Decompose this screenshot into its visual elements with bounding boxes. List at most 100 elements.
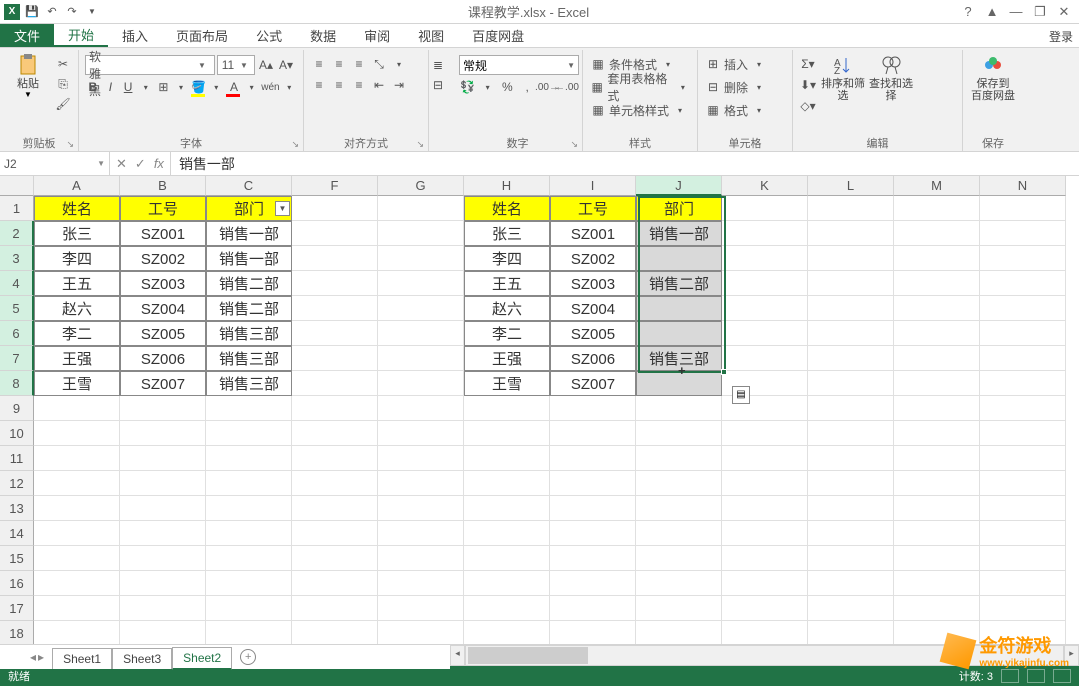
cell-A14[interactable] [34,521,120,546]
filter-dropdown-icon[interactable]: ▼ [275,201,290,216]
autofill-options-icon[interactable]: ▤ [732,386,750,404]
cell-F18[interactable] [292,621,378,644]
cell-H15[interactable] [464,546,550,571]
cell-F10[interactable] [292,421,378,446]
cell-M3[interactable] [894,246,980,271]
cell-H6[interactable]: 李二 [464,321,550,346]
cell-F12[interactable] [292,471,378,496]
cell-G17[interactable] [378,596,464,621]
cell-F8[interactable] [292,371,378,396]
row-header-1[interactable]: 1 [0,196,34,221]
cell-H4[interactable]: 王五 [464,271,550,296]
scroll-thumb[interactable] [468,647,588,664]
save-baidu-button[interactable]: 保存到 百度网盘 [969,52,1017,102]
cell-F16[interactable] [292,571,378,596]
cell-F7[interactable] [292,346,378,371]
cell-M16[interactable] [894,571,980,596]
cell-J9[interactable] [636,396,722,421]
cell-C11[interactable] [206,446,292,471]
tab-review[interactable]: 审阅 [350,24,404,47]
cell-C4[interactable]: 销售二部 [206,271,292,296]
cell-F2[interactable] [292,221,378,246]
merge-icon[interactable]: ⊟ [429,76,447,94]
minimize-icon[interactable]: — [1005,4,1027,20]
add-sheet-button[interactable]: + [240,649,256,665]
name-box[interactable]: J2▼ [0,152,110,175]
cell-B14[interactable] [120,521,206,546]
cell-K14[interactable] [722,521,808,546]
cell-K13[interactable] [722,496,808,521]
percent-icon[interactable]: % [499,78,517,96]
cell-M7[interactable] [894,346,980,371]
cell-H3[interactable]: 李四 [464,246,550,271]
ribbon-options-icon[interactable]: ▲ [981,4,1003,20]
cell-H17[interactable] [464,596,550,621]
cell-L15[interactable] [808,546,894,571]
undo-icon[interactable]: ↶ [44,4,60,20]
fx-icon[interactable]: fx [154,156,164,171]
cell-L1[interactable] [808,196,894,221]
cell-I1[interactable]: 工号 [550,196,636,221]
font-size-select[interactable]: 11▼ [217,55,255,75]
decrease-font-icon[interactable]: A▾ [277,56,295,74]
cell-G11[interactable] [378,446,464,471]
fill-handle[interactable] [721,369,727,375]
cell-A18[interactable] [34,621,120,644]
cell-C7[interactable]: 销售三部 [206,346,292,371]
tab-file[interactable]: 文件 [0,24,54,47]
cell-B15[interactable] [120,546,206,571]
cell-F11[interactable] [292,446,378,471]
format-cells-button[interactable]: ▦格式▾ [704,101,768,119]
delete-cells-button[interactable]: ⊟删除▾ [704,78,768,96]
cell-A6[interactable]: 李二 [34,321,120,346]
cell-L9[interactable] [808,396,894,421]
cell-J16[interactable] [636,571,722,596]
cell-L7[interactable] [808,346,894,371]
cell-G2[interactable] [378,221,464,246]
cell-A3[interactable]: 李四 [34,246,120,271]
cell-N1[interactable] [980,196,1066,221]
cell-J2[interactable]: 销售一部 [636,221,722,246]
border-button[interactable]: ⊞ [156,78,172,96]
cell-N8[interactable] [980,371,1066,396]
cell-G5[interactable] [378,296,464,321]
enter-icon[interactable]: ✓ [135,156,146,172]
cell-C12[interactable] [206,471,292,496]
clear-icon[interactable]: ◇▾ [799,97,817,115]
cancel-icon[interactable]: ✕ [116,156,127,172]
cell-L17[interactable] [808,596,894,621]
cell-A9[interactable] [34,396,120,421]
fill-icon[interactable]: ⬇▾ [799,76,817,94]
cell-A1[interactable]: 姓名 [34,196,120,221]
cell-I16[interactable] [550,571,636,596]
copy-icon[interactable]: ⎘ [54,75,72,93]
align-middle-icon[interactable]: ≡ [330,55,348,73]
cell-K10[interactable] [722,421,808,446]
row-header-15[interactable]: 15 [0,546,34,571]
sheet-tab-3[interactable]: Sheet2 [172,647,232,670]
cell-B11[interactable] [120,446,206,471]
cell-J12[interactable] [636,471,722,496]
cell-M12[interactable] [894,471,980,496]
cell-H12[interactable] [464,471,550,496]
cell-L16[interactable] [808,571,894,596]
cell-C10[interactable] [206,421,292,446]
cell-K3[interactable] [722,246,808,271]
cell-C14[interactable] [206,521,292,546]
cell-B9[interactable] [120,396,206,421]
cell-H13[interactable] [464,496,550,521]
cell-G10[interactable] [378,421,464,446]
cell-N2[interactable] [980,221,1066,246]
cell-I6[interactable]: SZ005 [550,321,636,346]
cell-K18[interactable] [722,621,808,644]
sheet-tab-2[interactable]: Sheet3 [112,648,172,669]
tab-layout[interactable]: 页面布局 [162,24,242,47]
align-top-icon[interactable]: ≡ [310,55,328,73]
cell-H14[interactable] [464,521,550,546]
cell-H11[interactable] [464,446,550,471]
launcher-icon[interactable]: ↘ [291,139,299,150]
col-header-I[interactable]: I [550,176,636,196]
row-header-5[interactable]: 5 [0,296,34,321]
row-header-6[interactable]: 6 [0,321,34,346]
cell-H16[interactable] [464,571,550,596]
